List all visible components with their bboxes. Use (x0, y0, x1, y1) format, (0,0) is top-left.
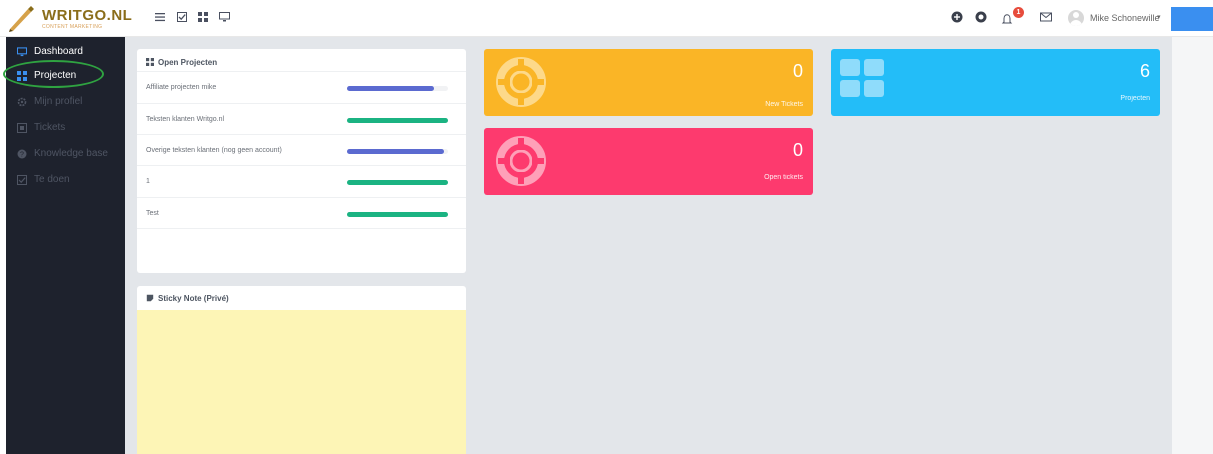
question-icon: ? (17, 149, 27, 159)
progress-fill (347, 212, 448, 217)
check-icon (17, 175, 27, 185)
row-divider (137, 228, 466, 229)
project-name[interactable]: Overige teksten klanten (nog geen accoun… (146, 147, 282, 154)
projects-card[interactable]: 6 Projecten (831, 49, 1160, 116)
progress-bar (347, 86, 448, 91)
sticky-note-textarea[interactable] (137, 310, 466, 454)
project-name[interactable]: Test (146, 210, 159, 217)
globe-icon[interactable] (975, 11, 987, 23)
brand-tagline: CONTENT MARKETING (42, 24, 103, 30)
progress-fill (347, 180, 448, 185)
svg-text:?: ? (20, 152, 24, 159)
monitor-icon[interactable] (219, 12, 230, 22)
lifebuoy-icon (496, 57, 546, 107)
sidebar-item-mijn-profiel[interactable]: Mijn profiel (6, 91, 125, 115)
avatar[interactable] (1068, 10, 1084, 26)
progress-fill (347, 149, 444, 154)
sticky-note-title: Sticky Note (Privé) (158, 294, 229, 303)
progress-fill (347, 118, 448, 123)
progress-bar (347, 149, 448, 154)
project-row[interactable]: Affiliate projecten mike (137, 71, 466, 102)
project-name[interactable]: 1 (146, 178, 150, 185)
projects-label: Projecten (1120, 95, 1150, 102)
sidebar-item-label: Tickets (34, 122, 66, 133)
open-tickets-count: 0 (792, 140, 803, 160)
sidebar-item-knowledge-base[interactable]: ? Knowledge base (6, 143, 125, 167)
project-row[interactable]: Overige teksten klanten (nog geen accoun… (137, 134, 466, 165)
sidebar-item-label: Knowledge base (34, 148, 108, 159)
brand-name: WRITGO.NL (42, 7, 133, 24)
project-row[interactable]: Teksten klanten Writgo.nl (137, 103, 466, 134)
list-icon[interactable] (155, 12, 165, 22)
new-tickets-count: 0 (792, 61, 803, 81)
add-circle-icon[interactable] (951, 11, 963, 23)
brand-logo[interactable]: WRITGO.NL CONTENT MARKETING (4, 2, 132, 34)
panel-title: Open Projecten (158, 58, 218, 67)
sidebar-item-te-doen[interactable]: Te doen (6, 169, 125, 193)
monitor-icon (17, 47, 27, 57)
progress-fill (347, 86, 434, 91)
highlight-annotation (3, 60, 104, 88)
right-panel (1172, 37, 1213, 454)
progress-bar (347, 118, 448, 123)
open-tickets-label: Open tickets (764, 174, 803, 181)
bell-icon[interactable] (1001, 13, 1013, 25)
projects-count: 6 (1139, 61, 1150, 81)
new-tickets-card[interactable]: 0 New Tickets (484, 49, 813, 116)
grid-icon (840, 59, 884, 97)
gear-icon (17, 97, 27, 107)
notification-badge: 1 (1013, 7, 1024, 18)
envelope-icon[interactable] (1040, 11, 1052, 23)
sidebar-item-label: Mijn profiel (34, 96, 83, 107)
grid-icon (146, 58, 154, 66)
progress-bar (347, 180, 448, 185)
note-icon (146, 294, 154, 302)
sidebar-item-label: Dashboard (34, 46, 83, 57)
top-navbar: WRITGO.NL CONTENT MARKETING 1 Mike Schon… (0, 0, 1213, 37)
project-name[interactable]: Teksten klanten Writgo.nl (146, 116, 224, 123)
open-projects-panel: Open Projecten Affiliate projecten mike … (137, 49, 466, 273)
new-tickets-label: New Tickets (765, 101, 803, 108)
project-row[interactable]: Test (137, 197, 466, 228)
ticket-icon (17, 123, 27, 133)
sidebar: Dashboard Projecten Mijn profiel Tickets… (6, 37, 125, 454)
sidebar-item-label: Te doen (34, 174, 70, 185)
top-action-button[interactable] (1171, 7, 1213, 31)
progress-bar (347, 212, 448, 217)
project-row[interactable]: 1 (137, 165, 466, 196)
sticky-note-header: Sticky Note (Privé) (137, 286, 466, 310)
pen-icon (9, 6, 34, 32)
sidebar-item-tickets[interactable]: Tickets (6, 117, 125, 141)
chevron-down-icon[interactable]: ▾ (1157, 13, 1161, 21)
user-name[interactable]: Mike Schonewille (1090, 13, 1160, 23)
check-icon[interactable] (177, 12, 187, 22)
open-tickets-card[interactable]: 0 Open tickets (484, 128, 813, 195)
grid-icon[interactable] (198, 12, 208, 22)
project-name[interactable]: Affiliate projecten mike (146, 84, 216, 91)
lifebuoy-icon (496, 136, 546, 186)
